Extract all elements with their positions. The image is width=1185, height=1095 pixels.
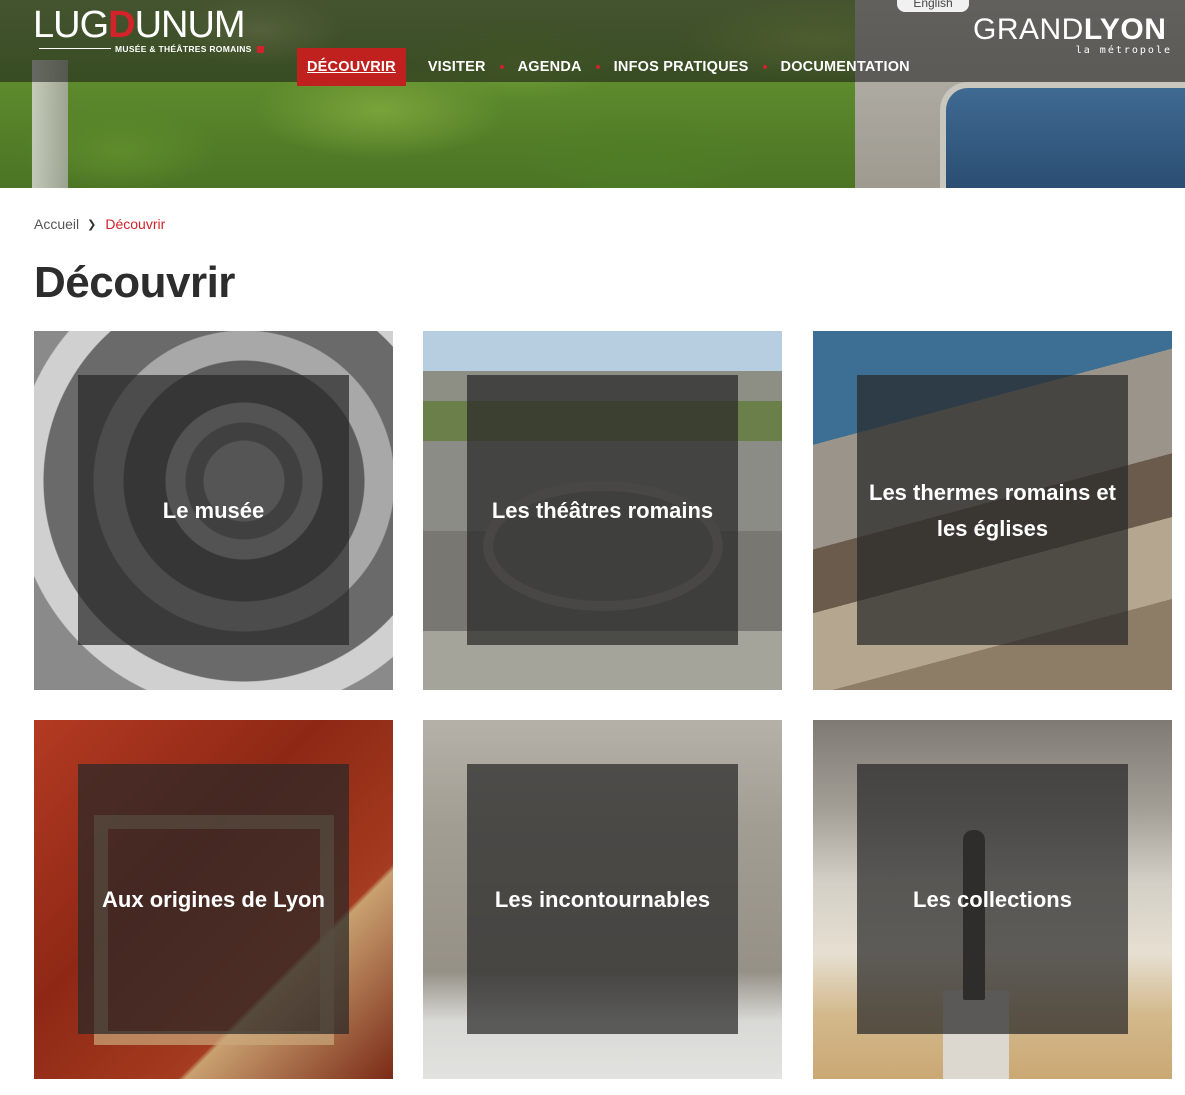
- card-les-collections[interactable]: Les collections: [813, 720, 1172, 1079]
- breadcrumb: Accueil ❯ Découvrir: [34, 216, 165, 232]
- card-label: Les thermes romains et les églises: [869, 479, 1116, 541]
- nav-item-documentation[interactable]: DOCUMENTATION: [771, 48, 920, 86]
- nav-separator-dot: [499, 65, 504, 69]
- nav-item-infos-pratiques[interactable]: INFOS PRATIQUES: [604, 48, 759, 86]
- nav-separator-dot: [595, 65, 600, 69]
- breadcrumb-chevron-icon: ❯: [87, 218, 97, 231]
- card-label: Les incontournables: [494, 886, 711, 912]
- card-aux-origines-de-lyon[interactable]: Aux origines de Lyon: [34, 720, 393, 1079]
- card-label: Le musée: [162, 497, 265, 523]
- main-nav: DÉCOUVRIR VISITER AGENDA INFOS PRATIQUES…: [297, 48, 920, 86]
- card-les-thermes-romains[interactable]: Les thermes romains et les églises: [813, 331, 1172, 690]
- card-les-incontournables[interactable]: Les incontournables: [423, 720, 782, 1079]
- nav-item-decouvrir[interactable]: DÉCOUVRIR: [297, 48, 406, 86]
- logo-subtitle: MUSÉE & THÉÂTRES ROMAINS: [115, 44, 252, 54]
- site-logo[interactable]: LUGDUNUM MUSÉE & THÉÂTRES ROMAINS: [33, 6, 265, 54]
- nav-item-agenda[interactable]: AGENDA: [508, 48, 592, 86]
- breadcrumb-current: Découvrir: [105, 216, 166, 232]
- grand-lyon-logo[interactable]: GRANDLYON la métropole: [973, 14, 1178, 64]
- grand-lyon-title: GRANDLYON: [973, 13, 1167, 46]
- grand-lyon-subtitle: la métropole: [1075, 45, 1172, 56]
- nav-item-visiter[interactable]: VISITER: [418, 48, 496, 86]
- breadcrumb-home-link[interactable]: Accueil: [34, 216, 79, 232]
- card-label: Aux origines de Lyon: [102, 886, 325, 912]
- card-le-musee[interactable]: Le musée: [34, 331, 393, 690]
- card-les-theatres-romains[interactable]: Les théâtres romains: [423, 331, 782, 690]
- logo-wordmark: LUGDUNUM: [33, 4, 246, 46]
- logo-divider: [39, 48, 111, 49]
- logo-red-square: [257, 46, 264, 53]
- hero-banner: LUGDUNUM MUSÉE & THÉÂTRES ROMAINS Englis…: [0, 0, 1185, 188]
- language-switch-link[interactable]: English: [897, 0, 969, 12]
- nav-separator-dot: [762, 65, 767, 69]
- card-label: Les théâtres romains: [491, 497, 714, 523]
- page-title: Découvrir: [34, 258, 235, 307]
- hero-glass-window: [940, 82, 1185, 188]
- card-label: Les collections: [913, 886, 1072, 912]
